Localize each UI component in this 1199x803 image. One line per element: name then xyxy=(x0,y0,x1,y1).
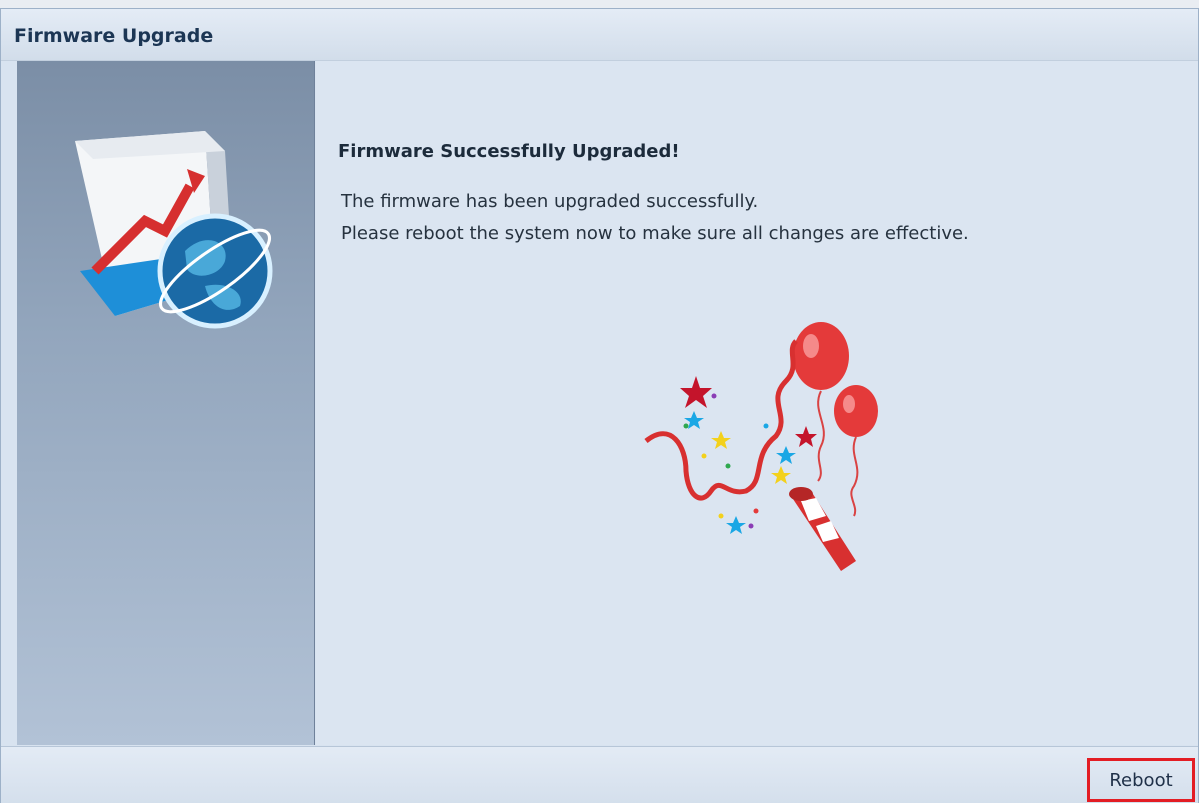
success-heading: Firmware Successfully Upgraded! xyxy=(338,141,680,162)
firmware-upgrade-window: Firmware Upgrade Firmware Successfully U… xyxy=(0,8,1199,803)
footer-bar: Reboot xyxy=(1,746,1198,803)
party-popper-balloons-icon xyxy=(644,322,878,571)
success-message-line-1: The firmware has been upgraded successfu… xyxy=(341,191,759,212)
title-bar: Firmware Upgrade xyxy=(1,9,1198,61)
side-panel xyxy=(17,61,315,745)
content-area: Firmware Successfully Upgraded! The firm… xyxy=(316,61,1198,745)
window-title: Firmware Upgrade xyxy=(14,25,214,47)
firmware-box-globe-icon xyxy=(75,131,273,329)
success-message-line-2: Please reboot the system now to make sur… xyxy=(341,223,969,244)
reboot-button[interactable]: Reboot xyxy=(1087,758,1195,802)
